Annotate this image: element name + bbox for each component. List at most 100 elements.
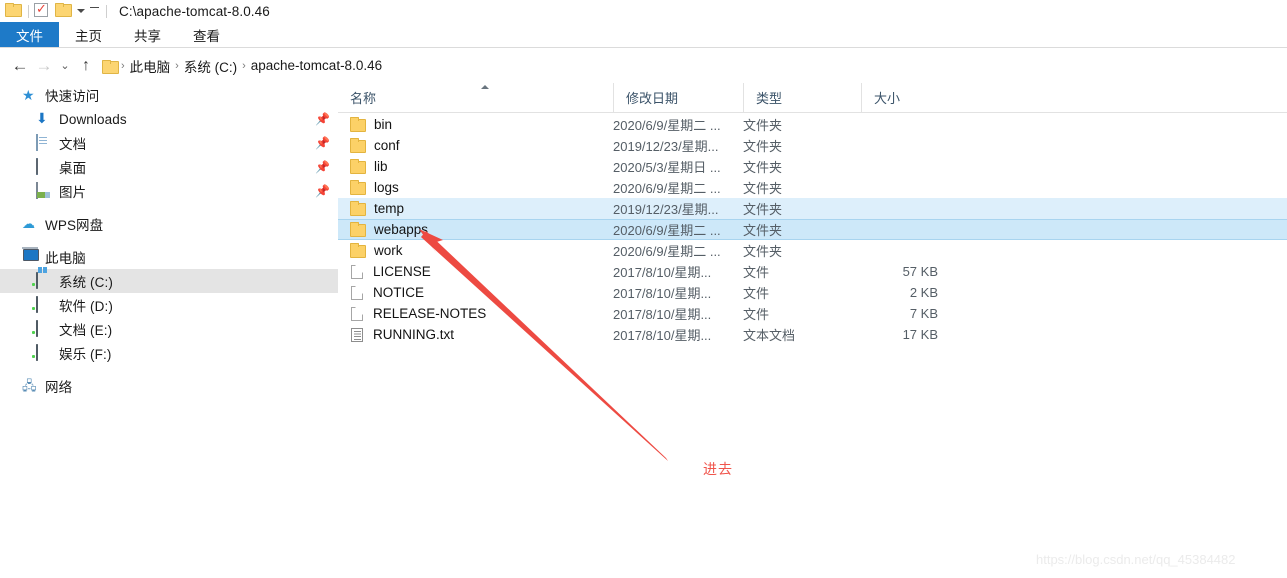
desktop-icon	[36, 158, 53, 175]
cloud-icon: ☁	[22, 216, 35, 231]
folder-icon	[350, 222, 366, 237]
new-folder-icon[interactable]	[55, 3, 72, 19]
table-row[interactable]: bin 2020/6/9/星期二 ... 文件夹	[338, 114, 1287, 135]
network-icon: 🖧	[22, 378, 37, 393]
table-row[interactable]: temp 2019/12/23/星期... 文件夹	[338, 198, 1287, 219]
tab-home[interactable]: 主页	[59, 22, 118, 47]
file-name-cell[interactable]: RELEASE-NOTES	[338, 306, 613, 321]
sidebar-item-label: 软件 (D:)	[59, 299, 113, 314]
file-icon	[351, 285, 363, 300]
table-row[interactable]: LICENSE 2017/8/10/星期... 文件 57 KB	[338, 261, 1287, 282]
chevron-down-icon[interactable]	[77, 9, 85, 13]
up-icon[interactable]: ↑	[74, 54, 98, 78]
sidebar-item-system-c[interactable]: 系统 (C:)	[0, 269, 338, 293]
file-name-cell[interactable]: webapps	[338, 222, 613, 237]
file-date-cell: 2019/12/23/星期...	[613, 202, 719, 217]
file-size-cell: 7 KB	[909, 306, 938, 321]
breadcrumb[interactable]: › 此电脑 › 系统 (C:) › apache-tomcat-8.0.46	[102, 54, 386, 78]
file-date-cell: 2017/8/10/星期...	[613, 265, 712, 280]
sidebar-item-wps-cloud[interactable]: ☁ WPS网盘	[0, 212, 338, 236]
table-row[interactable]: work 2020/6/9/星期二 ... 文件夹	[338, 240, 1287, 261]
table-row[interactable]: NOTICE 2017/8/10/星期... 文件 2 KB	[338, 282, 1287, 303]
file-icon	[351, 264, 363, 279]
file-type-cell: 文件夹	[743, 244, 783, 259]
documents-icon	[36, 134, 53, 151]
folder-icon[interactable]	[5, 3, 22, 19]
tab-file[interactable]: 文件	[0, 22, 59, 47]
breadcrumb-item-system-c[interactable]: 系统 (C:)	[180, 56, 241, 76]
toolbar-divider	[28, 4, 29, 18]
sidebar-item-network[interactable]: 🖧 网络	[0, 374, 338, 398]
file-name-cell[interactable]: NOTICE	[338, 285, 613, 300]
sidebar-group-quick-access[interactable]: ★ 快速访问	[0, 83, 338, 107]
table-row[interactable]: lib 2020/5/3/星期日 ... 文件夹	[338, 156, 1287, 177]
drive-icon	[36, 320, 53, 337]
table-row[interactable]: conf 2019/12/23/星期... 文件夹	[338, 135, 1287, 156]
table-row[interactable]: logs 2020/6/9/星期二 ... 文件夹	[338, 177, 1287, 198]
file-name-cell[interactable]: LICENSE	[338, 264, 613, 279]
tab-view[interactable]: 查看	[177, 22, 236, 47]
pin-icon[interactable]: 📌	[315, 160, 330, 174]
file-type-cell: 文件夹	[743, 139, 783, 154]
file-name-cell[interactable]: lib	[338, 159, 613, 174]
column-header-date[interactable]: 修改日期	[613, 82, 743, 113]
column-header-type[interactable]: 类型	[743, 82, 861, 113]
column-header-size[interactable]: 大小	[861, 82, 953, 113]
folder-icon	[350, 243, 366, 258]
column-header-name[interactable]: 名称	[338, 83, 613, 113]
sidebar-item-downloads[interactable]: ⬇ Downloads 📌	[0, 107, 338, 131]
file-name-cell[interactable]: RUNNING.txt	[338, 327, 613, 342]
file-date-cell: 2020/5/3/星期日 ...	[613, 160, 721, 175]
file-date-cell: 2020/6/9/星期二 ...	[613, 118, 721, 133]
file-icon	[351, 306, 363, 321]
tab-share[interactable]: 共享	[118, 22, 177, 47]
sidebar-item-documents[interactable]: 文档 📌	[0, 131, 338, 155]
breadcrumb-item-this-pc[interactable]: 此电脑	[126, 56, 175, 76]
chevron-down-icon[interactable]: ⌄	[56, 54, 74, 78]
file-date-cell: 2017/8/10/星期...	[613, 307, 712, 322]
sidebar-item-documents-e[interactable]: 文档 (E:)	[0, 317, 338, 341]
file-name-cell[interactable]: logs	[338, 180, 613, 195]
download-icon: ⬇	[36, 110, 48, 126]
sidebar-item-pictures[interactable]: 图片 📌	[0, 179, 338, 203]
file-name-cell[interactable]: temp	[338, 201, 613, 216]
file-date-cell: 2020/6/9/星期二 ...	[613, 223, 721, 238]
sidebar-item-desktop[interactable]: 桌面 📌	[0, 155, 338, 179]
table-row[interactable]: RUNNING.txt 2017/8/10/星期... 文本文档 17 KB	[338, 324, 1287, 345]
this-pc-icon	[22, 249, 39, 265]
sidebar-group-this-pc[interactable]: 此电脑	[0, 245, 338, 269]
table-row[interactable]: webapps 2020/6/9/星期二 ... 文件夹	[338, 219, 1287, 240]
file-date-cell: 2020/6/9/星期二 ...	[613, 181, 721, 196]
pin-icon[interactable]: 📌	[315, 184, 330, 198]
folder-icon	[350, 159, 366, 174]
folder-icon	[350, 180, 366, 195]
pin-icon[interactable]: 📌	[315, 112, 330, 126]
ribbon-tab-bar: 文件 主页 共享 查看	[0, 22, 1287, 48]
file-date-cell: 2020/6/9/星期二 ...	[613, 244, 721, 259]
column-header-name-label: 名称	[350, 91, 377, 106]
file-name-label: conf	[374, 138, 400, 153]
file-type-cell: 文件夹	[743, 223, 783, 238]
breadcrumb-item-apache-tomcat[interactable]: apache-tomcat-8.0.46	[247, 58, 386, 73]
file-type-cell: 文件夹	[743, 118, 783, 133]
sidebar-item-entertainment-f[interactable]: 娱乐 (F:)	[0, 341, 338, 365]
sidebar-item-software-d[interactable]: 软件 (D:)	[0, 293, 338, 317]
back-icon[interactable]: ←	[8, 54, 32, 78]
file-name-label: lib	[374, 159, 388, 174]
text-file-icon	[351, 327, 363, 342]
file-list-pane[interactable]: 名称 修改日期 类型 大小 bin 2020/6/9/星期二 ... 文件夹 c…	[338, 82, 1287, 578]
table-row[interactable]: RELEASE-NOTES 2017/8/10/星期... 文件 7 KB	[338, 303, 1287, 324]
pin-icon[interactable]: 📌	[315, 136, 330, 150]
navigation-pane[interactable]: ★ 快速访问 ⬇ Downloads 📌 文档 📌 桌面 📌 图片 📌 ☁ WP…	[0, 83, 338, 578]
file-name-cell[interactable]: bin	[338, 117, 613, 132]
file-size-cell: 57 KB	[902, 264, 938, 279]
file-name-cell[interactable]: conf	[338, 138, 613, 153]
properties-icon[interactable]	[34, 1, 50, 19]
forward-icon: →	[35, 55, 53, 75]
file-type-cell: 文件夹	[743, 181, 783, 196]
file-name-cell[interactable]: work	[338, 243, 613, 258]
file-name-label: RELEASE-NOTES	[373, 306, 487, 321]
file-rows[interactable]: bin 2020/6/9/星期二 ... 文件夹 conf 2019/12/23…	[338, 113, 1287, 345]
